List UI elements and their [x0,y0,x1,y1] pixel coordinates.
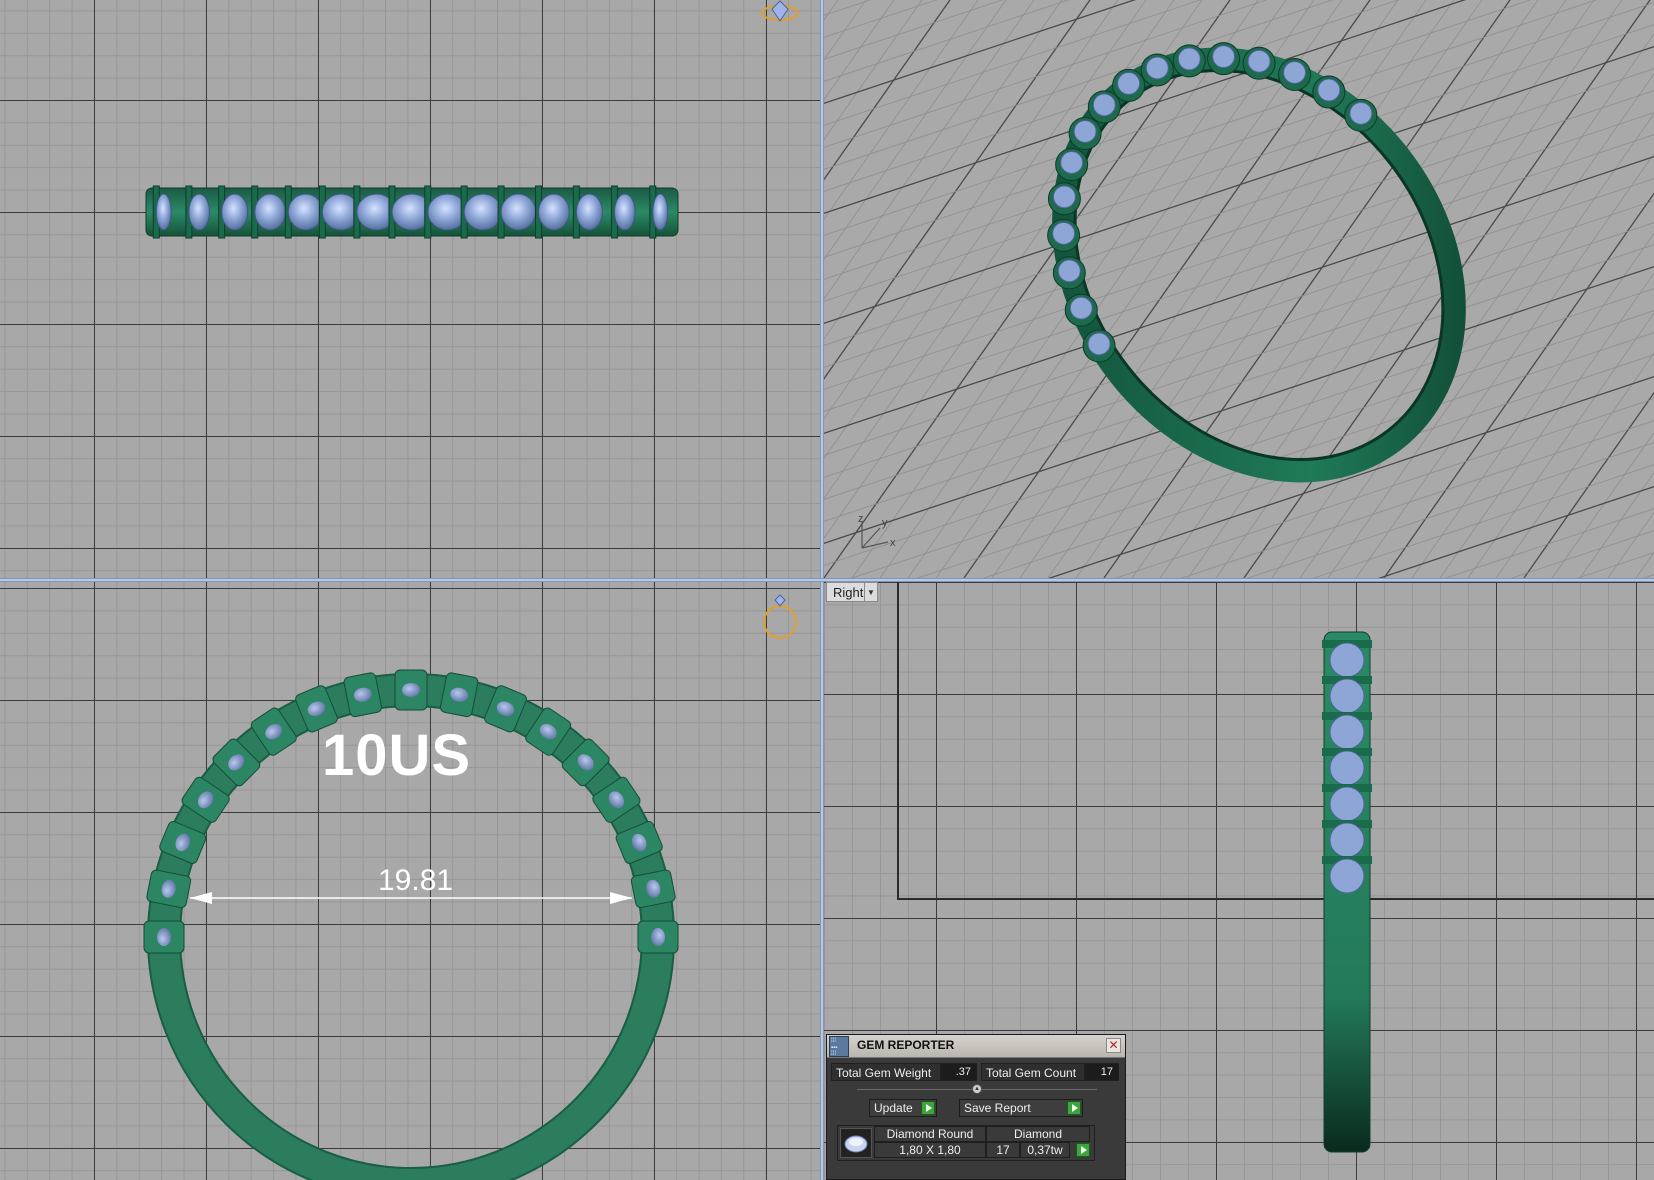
gem-stone [1329,786,1365,822]
gem-stone [155,193,172,231]
ring-right-model[interactable] [1322,631,1372,1153]
save-report-button[interactable]: Save Report [959,1099,1083,1117]
gem-stone [1092,93,1116,117]
ring-perspective-model[interactable] [982,0,1536,550]
view-selector[interactable]: Right ▼ [826,582,878,602]
viewport-ring-icon [763,594,797,639]
gem-stone [1283,60,1307,84]
gem-stone [1212,45,1236,69]
gem-stone [1329,678,1365,714]
gem-stone [1247,49,1271,73]
gem-reporter-titlebar[interactable]: ⁞⁞⁞ ▪▪▪ ⁞⁞⁞ GEM REPORTER ✕ [827,1035,1125,1058]
axis-z-label: z [858,513,864,525]
viewport-perspective[interactable]: z y x [824,0,1654,578]
chevron-down-icon[interactable]: ▼ [864,583,877,601]
gem-stone [254,193,287,231]
axis-triad-icon: z y x [858,513,896,549]
gem-stone [575,193,603,231]
viewport-splitter-vertical[interactable] [820,0,824,1180]
gem-count-cell: 17 [986,1142,1020,1158]
gem-stone [1329,822,1365,858]
gem-stone [651,928,665,946]
gem-stone [1329,750,1365,786]
gem-stone [1145,56,1169,80]
gem-stone [1060,150,1084,174]
gem-stone [157,928,171,946]
gem-stone [1349,101,1373,125]
save-report-button-label: Save Report [964,1101,1031,1115]
gem-material-cell: Diamond [986,1126,1090,1142]
play-icon[interactable] [921,1101,935,1115]
gem-stone [613,193,636,231]
gem-stone [188,193,211,231]
round-diamond-icon [840,1128,872,1158]
gem-stone [1117,71,1141,95]
gem-stone [1073,119,1097,143]
close-icon[interactable]: ✕ [1106,1038,1121,1053]
total-gem-weight-label: Total Gem Weight [831,1063,941,1081]
play-icon[interactable] [1067,1101,1081,1115]
gem-reporter-title: GEM REPORTER [857,1038,955,1052]
gem-stone [402,683,420,697]
view-selector-value: Right [833,584,864,600]
gem-stone [537,193,570,231]
gem-stone [1317,78,1341,102]
viewport-ring-icon [761,0,799,22]
gem-stone [287,193,324,231]
gem-stone [652,193,669,231]
gem-reporter-panel: ⁞⁞⁞ ▪▪▪ ⁞⁞⁞ GEM REPORTER ✕ Total Gem Weigh… [826,1034,1126,1180]
gem-stone [1087,332,1111,356]
dimension-value: 19.81 [378,864,454,897]
play-icon[interactable] [1076,1143,1090,1157]
ring-front-model[interactable] [145,185,679,239]
total-gem-count-label: Total Gem Count [981,1063,1085,1081]
total-gem-count-value: 17 [1085,1063,1119,1081]
gem-list-row[interactable]: Diamond Round Diamond 1,80 X 1,80 17 0,3… [837,1125,1095,1161]
ring-size-label: 10US [322,723,472,788]
update-button[interactable]: Update [869,1099,937,1117]
update-button-label: Update [874,1101,913,1115]
gem-stone [221,193,249,231]
total-gem-weight-value: .37 [941,1063,977,1081]
gem-stone [1057,259,1081,283]
perspective-grid [824,0,1654,578]
gem-stone [1052,221,1076,245]
collapse-toggle-icon[interactable]: ▲ [972,1084,982,1094]
gem-stone [1329,714,1365,750]
gem-stone [1177,47,1201,71]
gem-stone [463,193,503,231]
gem-stone [1052,185,1076,209]
gem-stone [500,193,537,231]
axis-x-label: x [890,537,896,549]
gem-reporter-logo-icon: ⁞⁞⁞ ▪▪▪ ⁞⁞⁞ [829,1036,849,1057]
gem-stone [1329,642,1365,678]
gem-stone [1329,858,1365,894]
gem-weight-cell: 0,37tw [1020,1142,1070,1158]
gem-stone [1069,296,1093,320]
axis-y-label: y [882,517,888,529]
gem-size-cell: 1,80 X 1,80 [874,1142,986,1158]
viewport-splitter-horizontal[interactable] [0,578,1654,582]
gem-shape-cell: Diamond Round [874,1126,986,1142]
viewport-front[interactable] [0,0,820,578]
